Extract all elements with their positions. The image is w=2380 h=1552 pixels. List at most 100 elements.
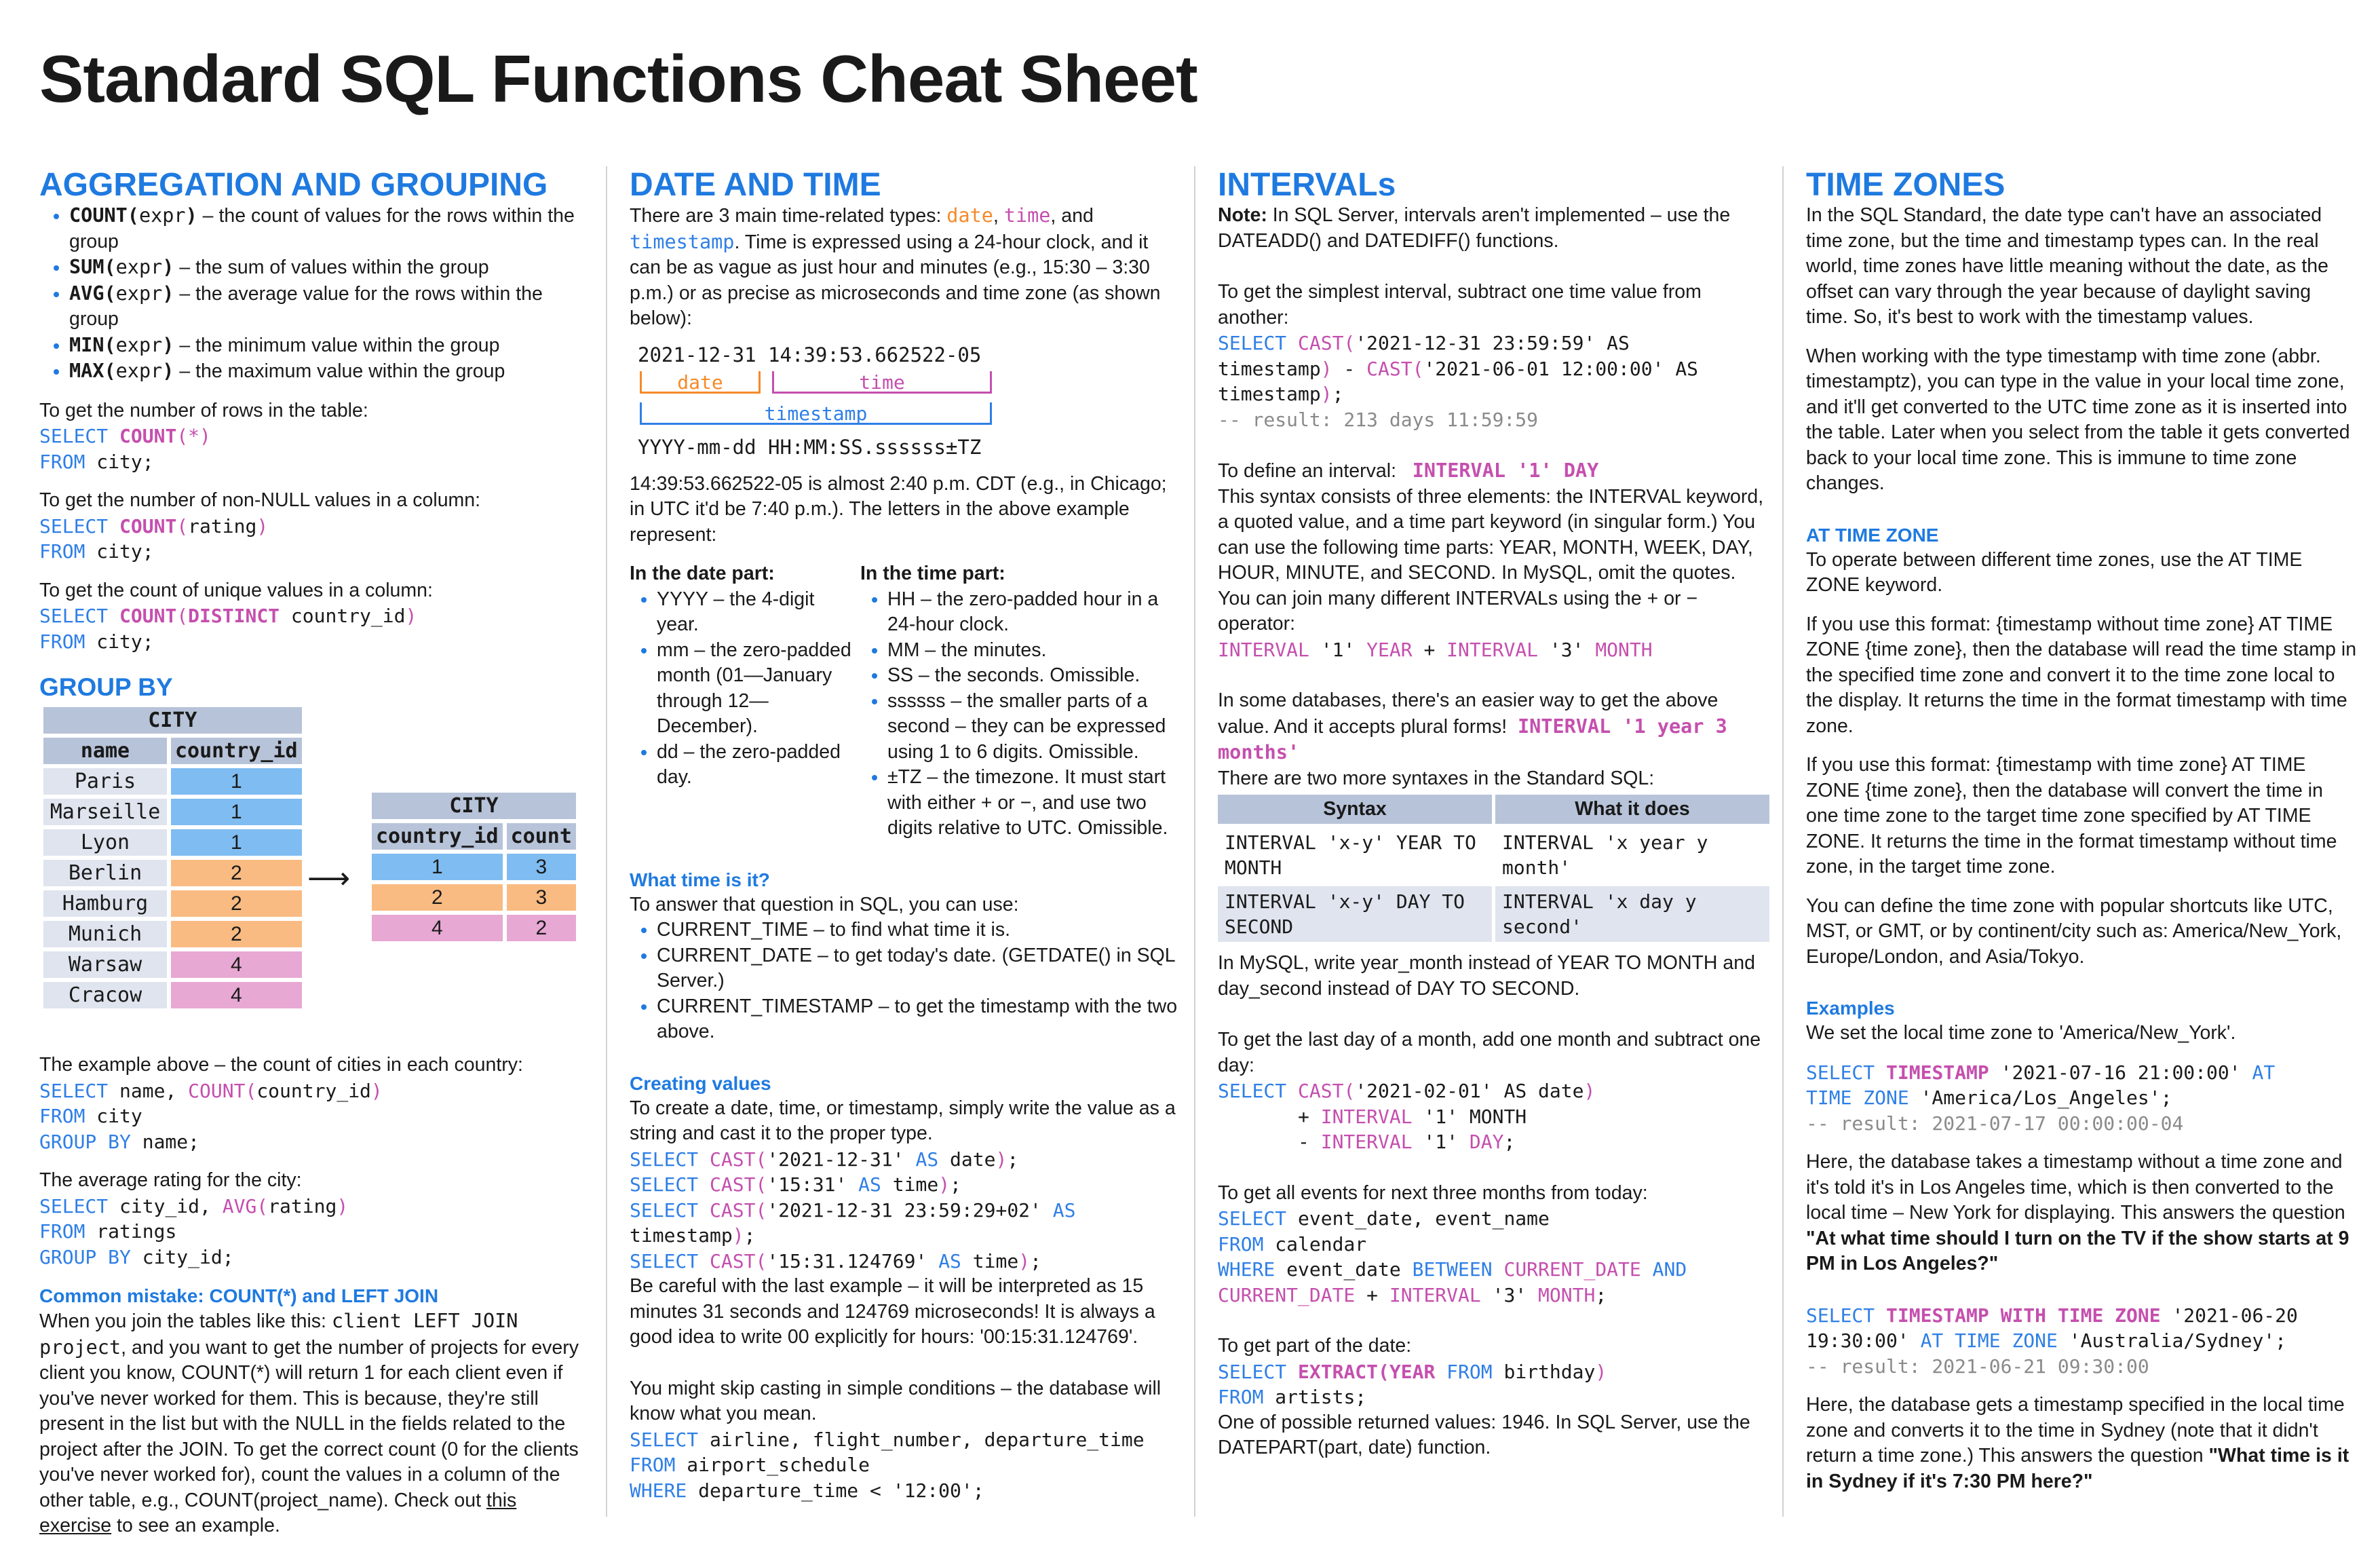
code-block: SELECT COUNT(rating) FROM city; xyxy=(39,514,269,563)
time-part-heading: In the time part: xyxy=(860,563,1005,584)
column-divider xyxy=(606,166,607,1517)
date-part: In the date part: YYYY – the 4-digit yea… xyxy=(630,561,853,841)
timestamp-diagram: 2021-12-31 14:39:53.662522-05 date time … xyxy=(630,343,1178,472)
column-header: name xyxy=(43,738,167,764)
table-caption: CITY xyxy=(43,707,302,734)
table-cell: Munich xyxy=(43,921,167,947)
list-item: SUM(expr) – the sum of values within the… xyxy=(69,254,590,281)
column-header: count xyxy=(506,823,576,850)
table-cell: Warsaw xyxy=(43,951,167,978)
last-day-text: To get the last day of a month, add one … xyxy=(1218,1029,1761,1076)
what-time-text: To answer that question in SQL, you can … xyxy=(630,893,1019,915)
list-item: MM – the minutes. xyxy=(887,638,1172,664)
list-item: CURRENT_DATE – to get today's date. (GET… xyxy=(657,943,1178,994)
tz-timestamptz-text: When working with the type timestamp wit… xyxy=(1806,345,2350,495)
simple-interval-text: To get the simplest interval, subtract o… xyxy=(1218,281,1702,328)
code-block: SELECT event_date, event_name FROM calen… xyxy=(1218,1207,1687,1306)
part-text: To get part of the date: xyxy=(1218,1335,1412,1357)
table-cell: 1 xyxy=(372,854,503,880)
atz-text: To operate between different time zones,… xyxy=(1806,548,2303,597)
time-zones-column: TIME ZONES In the SQL Standard, the date… xyxy=(1806,166,2357,1494)
list-item: mm – the zero-padded month (01—January t… xyxy=(657,638,853,740)
result-table: CITY country_id count 13 23 42 xyxy=(368,789,580,945)
timestamp-format: YYYY-mm-dd HH:MM:SS.ssssss±TZ xyxy=(638,435,982,459)
time-zones-heading: TIME ZONES xyxy=(1806,167,2005,203)
at-time-zone-heading: AT TIME ZONE xyxy=(1806,524,1939,546)
list-item: COUNT(expr) – the count of values for th… xyxy=(69,203,590,254)
easier-way-text: In some databases, there's an easier way… xyxy=(1218,689,1727,763)
aggregate-function-list: COUNT(expr) – the count of values for th… xyxy=(39,203,590,385)
list-item: CURRENT_TIME – to find what time it is. xyxy=(657,917,1178,943)
column-header: country_id xyxy=(171,738,302,764)
date-label: date xyxy=(677,371,723,394)
list-item: CURRENT_TIMESTAMP – to get the timestamp… xyxy=(657,994,1178,1045)
what-time-heading: What time is it? xyxy=(630,869,770,890)
examples-heading: Examples xyxy=(1806,998,1895,1019)
table-cell: 1 xyxy=(171,799,302,825)
table-cell: 2 xyxy=(171,921,302,947)
city-table: CITY name country_id Paris 1 Marseille 1 L… xyxy=(39,703,306,1012)
arrow-right-icon: ⟶ xyxy=(307,862,351,895)
code-block: SELECT TIMESTAMP '2021-07-16 21:00:00' A… xyxy=(1806,1061,2276,1135)
two-more-text: There are two more syntaxes in the Stand… xyxy=(1218,767,1655,789)
parts-grid: In the date part: YYYY – the 4-digit yea… xyxy=(630,561,1178,841)
table-cell: 1 xyxy=(171,829,302,856)
timestamp-label: timestamp xyxy=(764,402,868,425)
code-block: SELECT CAST('2021-02-01' AS date) + INTE… xyxy=(1218,1080,1596,1153)
table-cell: 4 xyxy=(372,915,503,941)
column-header: Syntax xyxy=(1218,795,1492,824)
code-block: SELECT airline, flight_number, departure… xyxy=(630,1428,1145,1502)
table-cell: 4 xyxy=(171,982,302,1008)
list-item: YYYY – the 4-digit year. xyxy=(657,587,853,638)
count-rows-text: To get the number of rows in the table: xyxy=(39,399,368,421)
avg-text: The average rating for the city: xyxy=(39,1169,302,1191)
tz-intro: In the SQL Standard, the date type can't… xyxy=(1806,204,2328,328)
column-header: What it does xyxy=(1495,795,1769,824)
table-cell: 3 xyxy=(506,884,576,911)
aggregation-column: AGGREGATION AND GROUPING COUNT(expr) – t… xyxy=(39,166,590,1539)
define-interval-body: This syntax consists of three elements: … xyxy=(1218,485,1764,635)
code-block: SELECT COUNT(DISTINCT country_id) FROM c… xyxy=(39,605,417,653)
count-unique-text: To get the count of unique values in a c… xyxy=(39,579,433,601)
group-by-heading: GROUP BY xyxy=(39,673,173,701)
table-cell: 2 xyxy=(171,860,302,886)
table-cell: 2 xyxy=(171,890,302,917)
intervals-heading: INTERVALs xyxy=(1218,167,1396,203)
atz-text: If you use this format: {timestamp with … xyxy=(1806,754,2337,877)
table-cell: Berlin xyxy=(43,860,167,886)
code-block: SELECT EXTRACT(YEAR FROM birthday) FROM … xyxy=(1218,1360,1607,1409)
skip-cast-text: You might skip casting in simple conditi… xyxy=(630,1377,1162,1425)
atz-text: If you use this format: {timestamp witho… xyxy=(1806,613,2357,737)
column-divider xyxy=(1782,166,1784,1517)
list-item: HH – the zero-padded hour in a 24-hour c… xyxy=(887,587,1172,638)
table-cell: 2 xyxy=(372,884,503,911)
table-cell: 2 xyxy=(506,915,576,941)
count-nonnull-text: To get the number of non-NULL values in … xyxy=(39,489,481,511)
time-label: time xyxy=(859,371,905,394)
date-time-column: DATE AND TIME There are 3 main time-rela… xyxy=(630,166,1178,1503)
code-block: SELECT CAST('2021-12-31 23:59:59' AS tim… xyxy=(1218,332,1699,431)
intervals-column: INTERVALs Note: In SQL Server, intervals… xyxy=(1218,166,1769,1461)
table-cell: INTERVAL 'x day y second' xyxy=(1495,886,1769,942)
list-item: dd – the zero-padded day. xyxy=(657,740,853,791)
aggregation-heading: AGGREGATION AND GROUPING xyxy=(39,167,548,203)
code-block: SELECT TIMESTAMP WITH TIME ZONE '2021-06… xyxy=(1806,1304,2298,1378)
column-header: country_id xyxy=(372,823,503,850)
table-row: INTERVAL 'x-y' DAY TO SECOND INTERVAL 'x… xyxy=(1218,886,1769,942)
table-cell: Marseille xyxy=(43,799,167,825)
code-block: SELECT CAST('2021-12-31' AS date); SELEC… xyxy=(630,1148,1076,1272)
table-cell: INTERVAL 'x year y month' xyxy=(1495,827,1769,883)
date-intro: There are 3 main time-related types: dat… xyxy=(630,204,1161,329)
list-item: AVG(expr) – the average value for the ro… xyxy=(69,281,590,333)
date-part-heading: In the date part: xyxy=(630,563,775,584)
timestamp-value: 2021-12-31 14:39:53.662522-05 xyxy=(638,343,982,366)
table-cell: Hamburg xyxy=(43,890,167,917)
date-time-heading: DATE AND TIME xyxy=(630,167,881,203)
atz-text: You can define the time zone with popula… xyxy=(1806,894,2342,968)
time-part: In the time part: HH – the zero-padded h… xyxy=(860,561,1172,841)
list-item: ssssss – the smaller parts of a second –… xyxy=(887,689,1172,765)
example1-text: Here, the database takes a timestamp wit… xyxy=(1806,1151,2349,1274)
list-item: MAX(expr) – the maximum value within the… xyxy=(69,358,590,385)
list-item: ±TZ – the timezone. It must start with e… xyxy=(887,765,1172,841)
mysql-text: In MySQL, write year_month instead of YE… xyxy=(1218,952,1755,1000)
